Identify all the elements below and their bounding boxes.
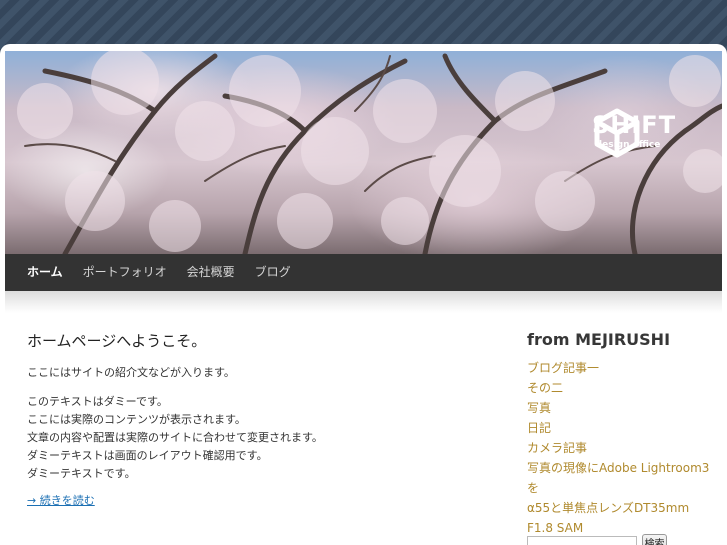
intro-paragraph: ここにはサイトの紹介文などが入ります。: [27, 366, 235, 379]
widget-link-label: α55と単焦点レンズDT35mm F1.8 SAM: [527, 501, 690, 535]
read-more-link[interactable]: → 続きを読む: [27, 492, 95, 508]
widget-link[interactable]: 日記: [527, 418, 717, 438]
body-line: ここには実際のコンテンツが表示されます。: [27, 413, 246, 426]
widget-link-label: カメラ記事: [527, 441, 588, 455]
widget-list: ブログ記事一 その二 写真 日記 カメラ記事 写真の現像にAdobe Light…: [527, 358, 717, 538]
body-line: このテキストはダミーです。: [27, 395, 168, 408]
widget-link-label: ブログ記事一: [527, 361, 600, 375]
widget-link[interactable]: ブログ記事一: [527, 358, 717, 378]
search-button[interactable]: 検索: [642, 534, 667, 545]
widget-link[interactable]: α55と単焦点レンズDT35mm F1.8 SAM: [527, 498, 717, 538]
nav-item-company[interactable]: 会社概要: [177, 254, 245, 291]
widget-link-label: 日記: [527, 421, 552, 435]
cube-icon: [594, 108, 640, 158]
nav-item-portfolio[interactable]: ポートフォリオ: [73, 254, 177, 291]
nav-shadow: [5, 291, 722, 313]
widget-link[interactable]: 写真: [527, 398, 717, 418]
shift-logo[interactable]: SHIFT design office: [592, 107, 675, 207]
main-content: ホームページへようこそ。 ここにはサイトの紹介文などが入ります。 このテキストは…: [27, 332, 323, 508]
widget-link-label: 写真: [527, 401, 552, 415]
body-line: ダミーテキストは画面のレイアウト確認用です。: [27, 449, 268, 462]
header-image: SHIFT design office: [5, 51, 722, 254]
entry-title: ホームページへようこそ。: [27, 332, 207, 350]
page: SHIFT design office ホーム ポートフォリオ 会社概要 ブログ…: [0, 44, 727, 545]
body-paragraph: このテキストはダミーです。 ここには実際のコンテンツが表示されます。 文章の内容…: [27, 393, 323, 483]
nav-item-home[interactable]: ホーム: [17, 254, 73, 291]
sidebar: from MEJIRUSHI ブログ記事一 その二 写真 日記 カメラ記事 写真…: [527, 330, 717, 538]
body-line: 文章の内容や配置は実際のサイトに合わせて変更されます。: [27, 431, 323, 444]
widget-link-label: 写真の現像にAdobe Lightroom3を: [527, 461, 710, 495]
nav-item-blog[interactable]: ブログ: [245, 254, 301, 291]
main-navigation: ホーム ポートフォリオ 会社概要 ブログ: [5, 254, 722, 291]
widget-title: from MEJIRUSHI: [527, 330, 671, 349]
widget-link[interactable]: カメラ記事: [527, 438, 717, 458]
search-input[interactable]: [527, 536, 637, 545]
body-line: ダミーテキストです。: [27, 467, 136, 480]
widget-link[interactable]: 写真の現像にAdobe Lightroom3を: [527, 458, 717, 498]
widget-link-label: その二: [527, 381, 564, 395]
widget-link[interactable]: その二: [527, 378, 717, 398]
